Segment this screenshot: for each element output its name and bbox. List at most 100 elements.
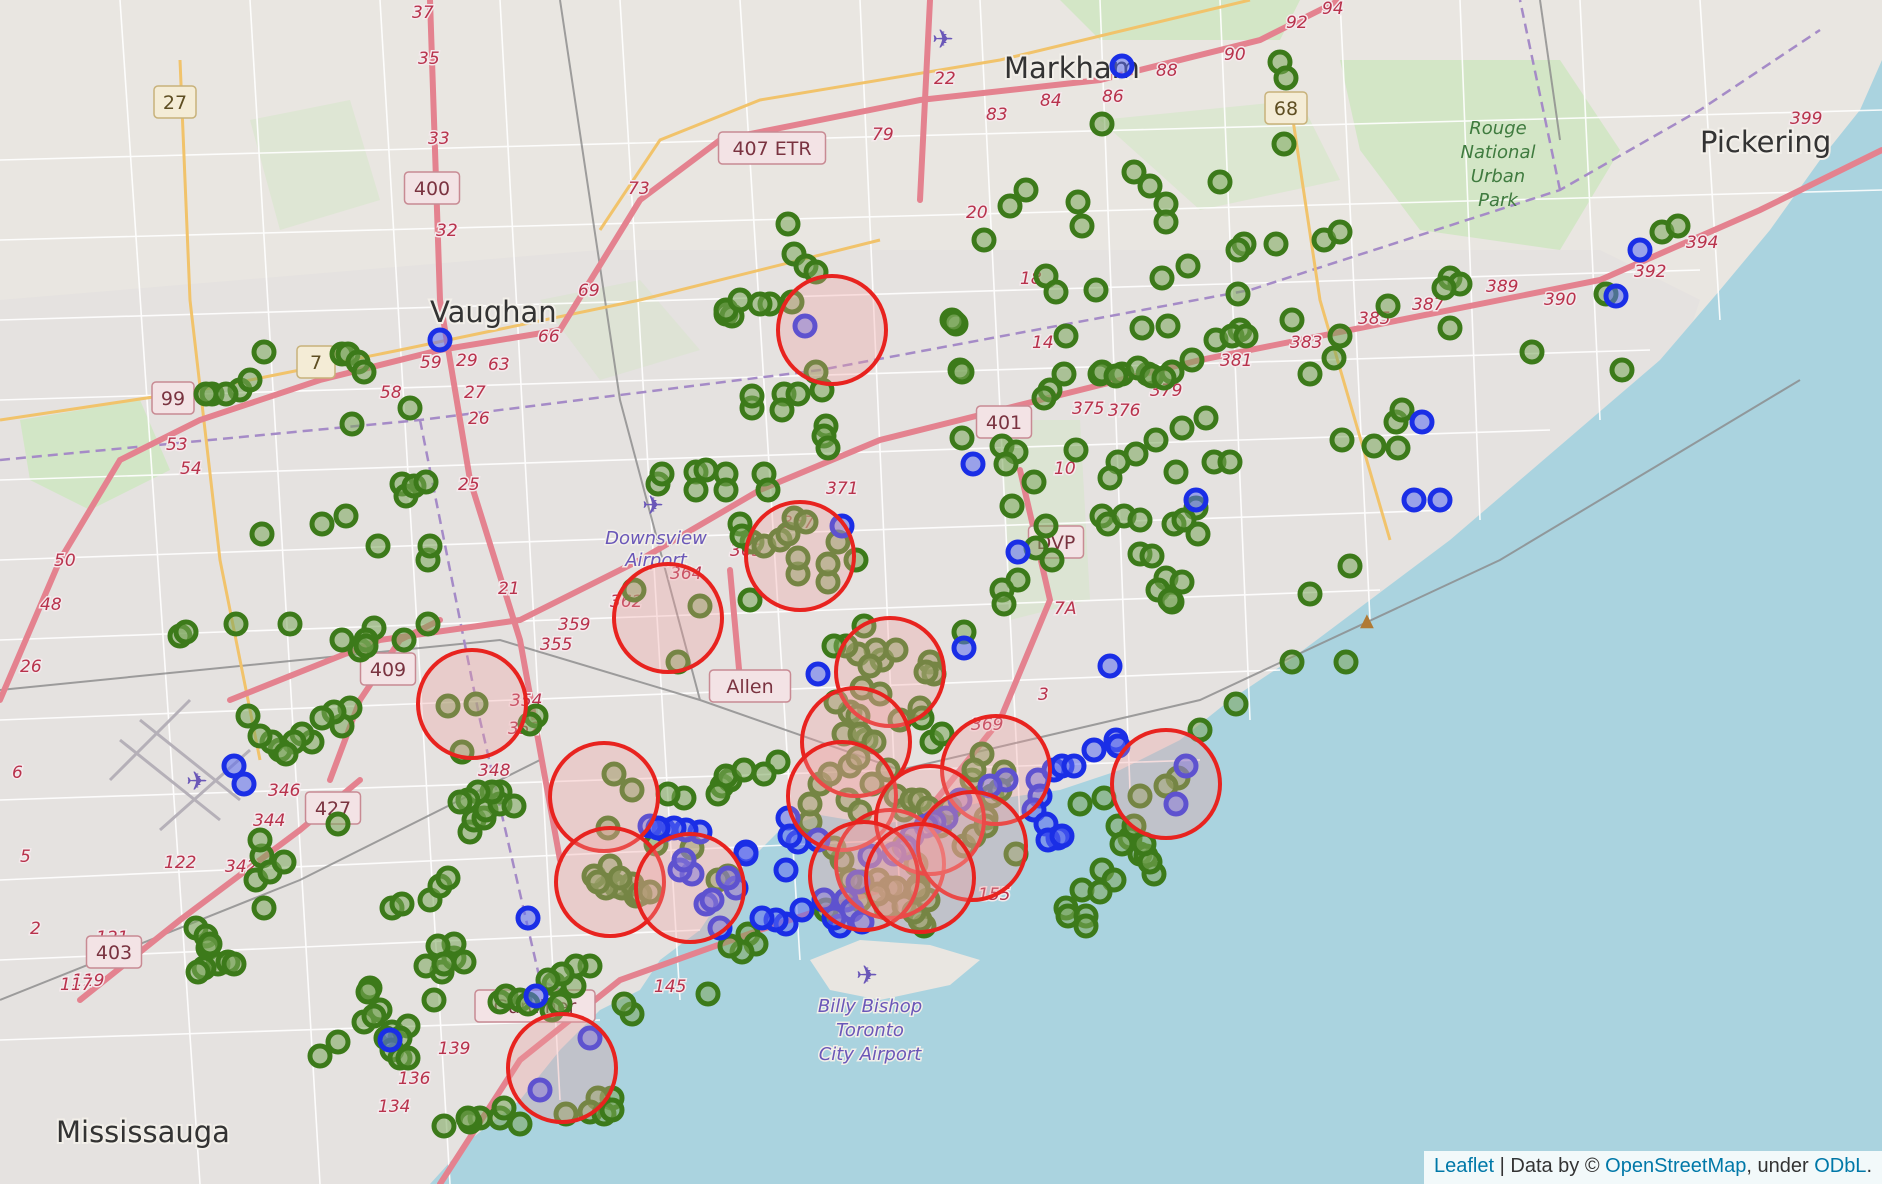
green-marker[interactable] [1375, 293, 1401, 319]
green-marker[interactable] [447, 789, 473, 815]
green-marker[interactable] [1013, 177, 1039, 203]
blue-marker[interactable] [1409, 409, 1435, 435]
green-marker[interactable] [1385, 435, 1411, 461]
green-marker[interactable] [361, 1003, 387, 1029]
blue-marker[interactable] [1081, 737, 1107, 763]
blue-marker[interactable] [1401, 487, 1427, 513]
green-marker[interactable] [941, 309, 967, 335]
green-marker[interactable] [1519, 339, 1545, 365]
green-marker[interactable] [1153, 209, 1179, 235]
green-marker[interactable] [1151, 365, 1177, 391]
green-marker[interactable] [1233, 323, 1259, 349]
green-marker[interactable] [1225, 281, 1251, 307]
green-marker[interactable] [1361, 433, 1387, 459]
green-marker[interactable] [1279, 649, 1305, 675]
green-marker[interactable] [431, 1113, 457, 1139]
green-marker[interactable] [1063, 437, 1089, 463]
green-marker[interactable] [1039, 547, 1065, 573]
green-marker[interactable] [693, 457, 719, 483]
green-marker[interactable] [755, 477, 781, 503]
green-marker[interactable] [1083, 277, 1109, 303]
blue-marker[interactable] [515, 905, 541, 931]
green-marker[interactable] [307, 1043, 333, 1069]
green-marker[interactable] [501, 793, 527, 819]
green-marker[interactable] [247, 723, 273, 749]
green-marker[interactable] [193, 381, 219, 407]
green-marker[interactable] [1031, 385, 1057, 411]
green-marker[interactable] [1021, 469, 1047, 495]
green-marker[interactable] [1297, 581, 1323, 607]
green-marker[interactable] [683, 477, 709, 503]
green-marker[interactable] [1157, 587, 1183, 613]
green-marker[interactable] [417, 533, 443, 559]
green-marker[interactable] [421, 987, 447, 1013]
green-marker[interactable] [1333, 649, 1359, 675]
green-marker[interactable] [1067, 791, 1093, 817]
green-marker[interactable] [251, 895, 277, 921]
blue-marker[interactable] [1061, 753, 1087, 779]
cluster-circle[interactable] [612, 562, 724, 674]
green-marker[interactable] [1389, 397, 1415, 423]
blue-marker[interactable] [1627, 237, 1653, 263]
green-marker[interactable] [271, 849, 297, 875]
green-marker[interactable] [451, 949, 477, 975]
green-marker[interactable] [775, 211, 801, 237]
green-marker[interactable] [737, 587, 763, 613]
green-marker[interactable] [325, 811, 351, 837]
green-marker[interactable] [949, 425, 975, 451]
blue-marker[interactable] [1183, 487, 1209, 513]
green-marker[interactable] [611, 991, 637, 1017]
green-marker[interactable] [397, 395, 423, 421]
cluster-circle[interactable] [1110, 728, 1222, 840]
green-marker[interactable] [993, 451, 1019, 477]
green-marker[interactable] [1069, 213, 1095, 239]
green-marker[interactable] [713, 477, 739, 503]
green-marker[interactable] [769, 397, 795, 423]
green-marker[interactable] [1193, 405, 1219, 431]
blue-marker[interactable] [805, 661, 831, 687]
green-marker[interactable] [309, 705, 335, 731]
green-marker[interactable] [1043, 279, 1069, 305]
green-marker[interactable] [389, 891, 415, 917]
green-marker[interactable] [751, 761, 777, 787]
green-marker[interactable] [1169, 415, 1195, 441]
green-marker[interactable] [273, 741, 299, 767]
green-marker[interactable] [247, 827, 273, 853]
green-marker[interactable] [991, 591, 1017, 617]
green-marker[interactable] [705, 781, 731, 807]
green-marker[interactable] [1033, 513, 1059, 539]
green-marker[interactable] [1207, 169, 1233, 195]
green-marker[interactable] [391, 627, 417, 653]
green-marker[interactable] [455, 1105, 481, 1131]
blue-marker[interactable] [749, 905, 775, 931]
green-marker[interactable] [507, 1111, 533, 1137]
green-marker[interactable] [351, 359, 377, 385]
blue-marker[interactable] [1603, 283, 1629, 309]
green-marker[interactable] [1665, 213, 1691, 239]
green-marker[interactable] [1163, 459, 1189, 485]
green-marker[interactable] [1089, 111, 1115, 137]
green-marker[interactable] [747, 291, 773, 317]
green-marker[interactable] [999, 493, 1025, 519]
green-marker[interactable] [739, 383, 765, 409]
green-marker[interactable] [431, 951, 457, 977]
green-marker[interactable] [655, 781, 681, 807]
green-marker[interactable] [1217, 449, 1243, 475]
green-marker[interactable] [185, 959, 211, 985]
green-marker[interactable] [1327, 323, 1353, 349]
green-marker[interactable] [649, 461, 675, 487]
green-marker[interactable] [249, 521, 275, 547]
green-marker[interactable] [213, 381, 239, 407]
green-marker[interactable] [353, 633, 379, 659]
green-marker[interactable] [1337, 553, 1363, 579]
green-marker[interactable] [1065, 189, 1091, 215]
green-marker[interactable] [1225, 237, 1251, 263]
green-marker[interactable] [1103, 363, 1129, 389]
green-marker[interactable] [491, 1095, 517, 1121]
green-marker[interactable] [1139, 543, 1165, 569]
green-marker[interactable] [251, 339, 277, 365]
green-marker[interactable] [949, 359, 975, 385]
cluster-circle[interactable] [506, 1012, 618, 1124]
green-marker[interactable] [971, 227, 997, 253]
green-marker[interactable] [339, 411, 365, 437]
